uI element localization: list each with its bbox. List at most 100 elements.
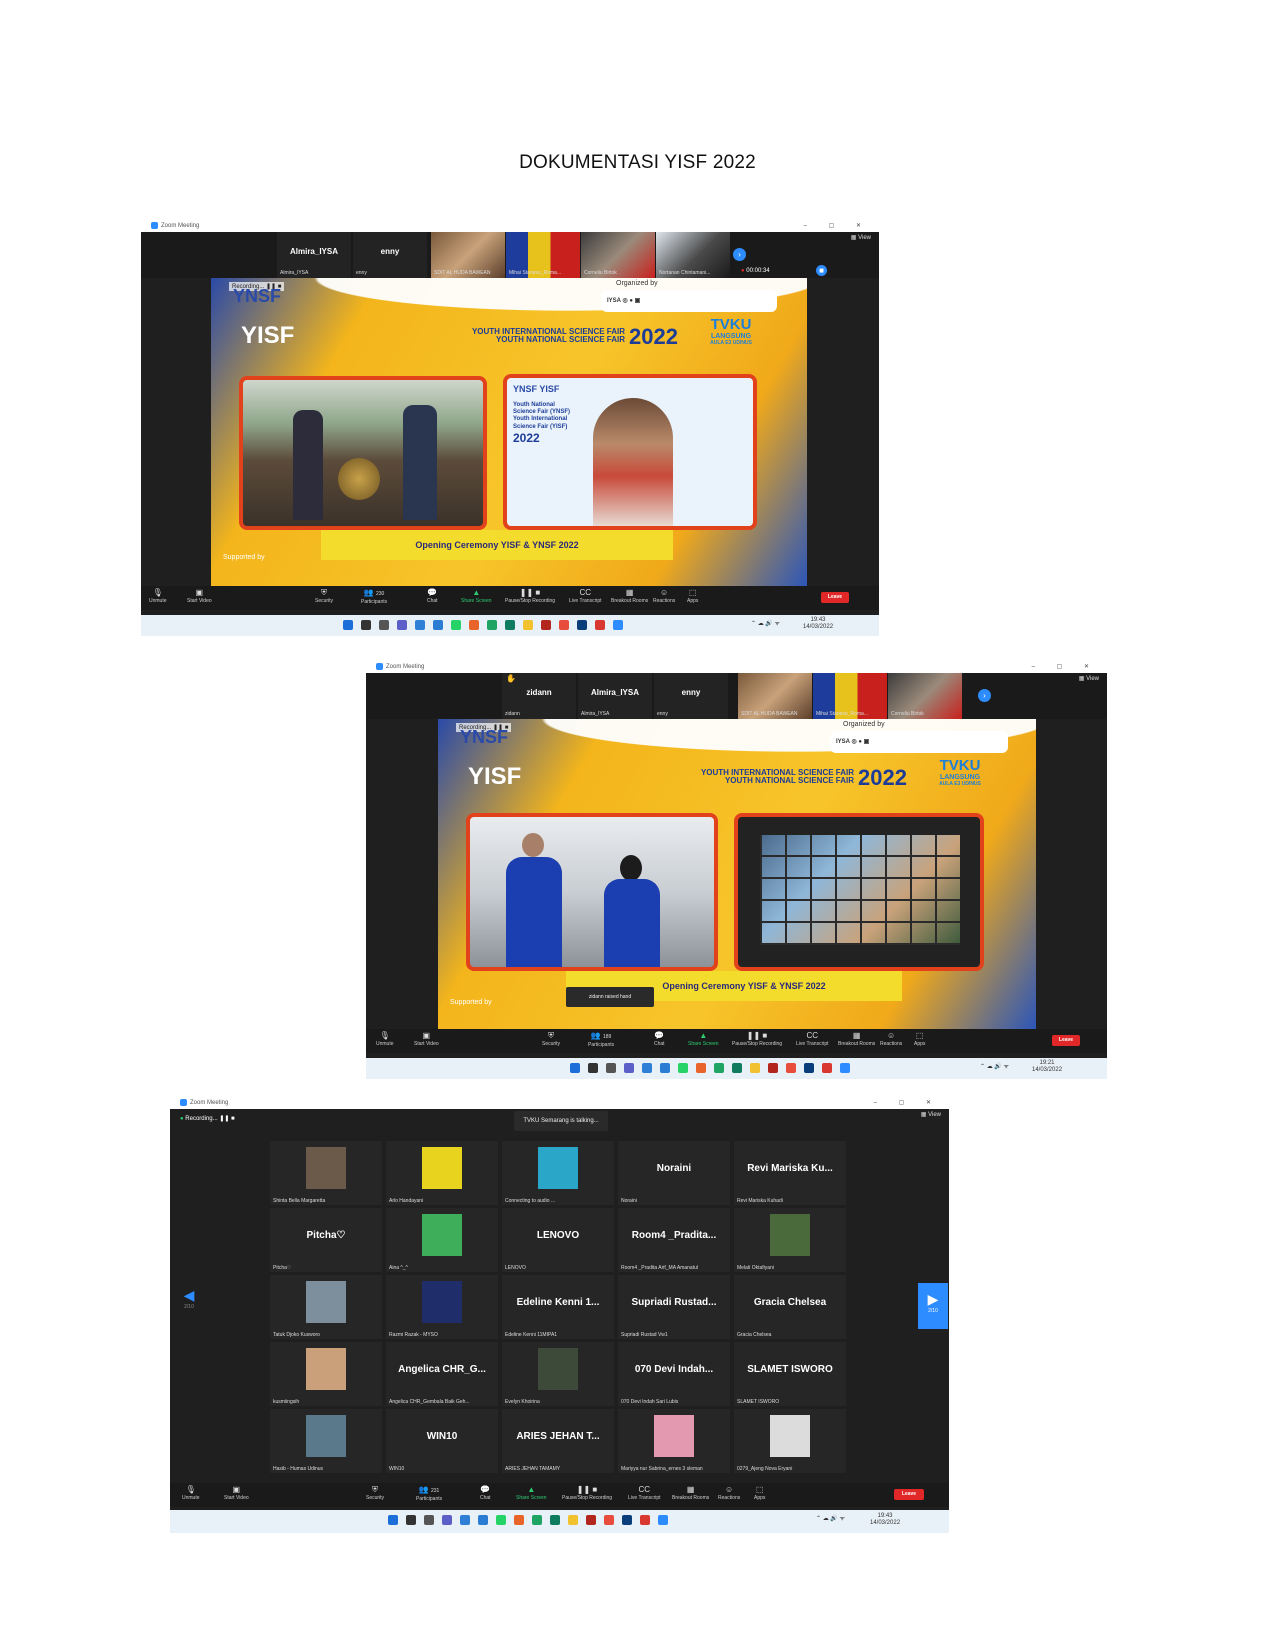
participant-tile[interactable]: Aina ^_^ [386,1208,498,1272]
start-icon[interactable] [570,1063,580,1073]
pause-stop-recording-button[interactable]: ❚❚ ■ Pause/Stop Recording [505,588,555,604]
window-controls[interactable]: – ▢ ✕ [804,220,871,232]
wps-icon[interactable] [595,620,605,630]
participant-tile[interactable]: Evelyn Khoirina [502,1342,614,1406]
share-screen-button[interactable]: ▲ Share Screen [516,1485,547,1501]
wps-icon[interactable] [640,1515,650,1525]
share-screen-button[interactable]: ▲ Share Screen [688,1031,719,1047]
view-button[interactable]: ▦ View [1079,675,1099,682]
view-button[interactable]: ▦ View [921,1111,941,1118]
search-icon[interactable] [406,1515,416,1525]
next-participants-icon[interactable]: › [733,248,746,261]
photoshop-icon[interactable] [804,1063,814,1073]
system-tray[interactable]: ⌃ ☁ 🔊 ᯤ [816,1514,845,1522]
system-tray[interactable]: ⌃ ☁ 🔊 ᯤ [980,1062,1009,1070]
teams-icon[interactable] [397,620,407,630]
leave-button[interactable]: Leave [821,592,849,603]
participant-video[interactable]: Corneliu Birtok [581,232,655,278]
chrome-icon[interactable] [487,620,497,630]
zoom-taskbar-icon[interactable] [658,1515,668,1525]
firefox-icon[interactable] [696,1063,706,1073]
leave-button[interactable]: Leave [1052,1035,1080,1046]
app-icon[interactable] [642,1063,652,1073]
participant-tile[interactable]: WIN10 WIN10 [386,1409,498,1473]
live-transcript-button[interactable]: CC Live Transcript [569,588,602,604]
chrome-icon[interactable] [714,1063,724,1073]
start-video-button[interactable]: ▣ Start Video [187,588,212,604]
participant-tile[interactable]: 0279_Ajeng Nova Eryani [734,1409,846,1473]
search-icon[interactable] [361,620,371,630]
participant-video[interactable]: Nortanan Chintamani... [656,232,730,278]
next-participants-icon[interactable]: › [978,689,991,702]
security-button[interactable]: ⛨ Security [315,588,333,604]
participant-tile[interactable]: Gracia Chelsea Gracia Chelsea [734,1275,846,1339]
participant-tile[interactable]: SLAMET ISWORO SLAMET ISWORO [734,1342,846,1406]
acrobat-icon[interactable] [586,1515,596,1525]
participant-tile[interactable]: Angelica CHR_G... Angelica CHR_Gembala Ba… [386,1342,498,1406]
participant-tile[interactable]: Noraini Noraini [618,1141,730,1205]
acrobat-icon[interactable] [768,1063,778,1073]
breakout-rooms-button[interactable]: ▦ Breakout Rooms [672,1485,709,1501]
mail-icon[interactable] [433,620,443,630]
app-icon[interactable] [415,620,425,630]
app-icon[interactable] [550,1515,560,1525]
system-tray[interactable]: ⌃ ☁ 🔊 ᯤ [751,619,780,627]
task-view-icon[interactable] [379,620,389,630]
live-transcript-button[interactable]: CC Live Transcript [628,1485,661,1501]
next-page-button[interactable]: ▶ 2/10 [918,1283,948,1329]
participant-tile[interactable]: Edeline Kenni 1... Edeline Kenni 11MIPA1 [502,1275,614,1339]
file-explorer-icon[interactable] [523,620,533,630]
acrobat-icon[interactable] [541,620,551,630]
participant-tile[interactable]: Hasib - Humas Udinus [270,1409,382,1473]
paint-icon[interactable] [786,1063,796,1073]
paint-icon[interactable] [604,1515,614,1525]
participant-tile[interactable]: 070 Devi Indah... 070 Devi Indah Sari Lub… [618,1342,730,1406]
breakout-rooms-button[interactable]: ▦ Breakout Rooms [838,1031,875,1047]
participant-tile[interactable]: Razmi Razak - MYSO [386,1275,498,1339]
participant-video[interactable]: SDIT AL HUDA BAWEAN [738,673,812,719]
file-explorer-icon[interactable] [568,1515,578,1525]
task-view-icon[interactable] [606,1063,616,1073]
security-button[interactable]: ⛨ Security [366,1485,384,1501]
unmute-button[interactable]: 🎙 Unmute [182,1485,200,1501]
leave-button[interactable]: Leave [894,1489,924,1500]
unmute-button[interactable]: 🎙 Unmute [149,588,167,604]
participant-tile[interactable]: Mariyya nur Sabrina_ernes 3 sleman [618,1409,730,1473]
participant-tile[interactable]: enny enny [353,232,427,278]
participant-tile[interactable]: Shinta Bella Margaretta [270,1141,382,1205]
participant-tile[interactable]: Connecting to audio ... [502,1141,614,1205]
chat-button[interactable]: 💬 Chat [654,1031,665,1047]
reactions-button[interactable]: ☺ Reactions [653,588,675,604]
stop-icon[interactable]: ■ [816,265,827,276]
app-icon[interactable] [460,1515,470,1525]
photoshop-icon[interactable] [577,620,587,630]
firefox-icon[interactable] [514,1515,524,1525]
participant-video[interactable]: Mihai Stanesu_Roma... [506,232,580,278]
participant-tile[interactable]: ✋ zidann zidann [502,673,576,719]
share-screen-button[interactable]: ▲ Share Screen [461,588,492,604]
window-controls[interactable]: – ▢ ✕ [874,1097,941,1109]
start-video-button[interactable]: ▣ Start Video [414,1031,439,1047]
participant-tile[interactable]: kusmiingsih [270,1342,382,1406]
chat-button[interactable]: 💬 Chat [427,588,438,604]
participant-tile[interactable]: enny enny [654,673,728,719]
participant-video[interactable]: Mihai Stanesu_Roma... [813,673,887,719]
start-icon[interactable] [388,1515,398,1525]
paint-icon[interactable] [559,620,569,630]
whatsapp-icon[interactable] [451,620,461,630]
task-view-icon[interactable] [424,1515,434,1525]
participants-button[interactable]: 👥 189 Participants [588,1031,614,1048]
reactions-button[interactable]: ☺ Reactions [718,1485,740,1501]
participant-tile[interactable]: LENOVO LENOVO [502,1208,614,1272]
start-video-button[interactable]: ▣ Start Video [224,1485,249,1501]
window-controls[interactable]: – ▢ ✕ [1032,661,1099,673]
participant-tile[interactable]: Melati Oktafiyani [734,1208,846,1272]
mail-icon[interactable] [660,1063,670,1073]
participant-tile[interactable]: Supriadi Rustad... Supriadi Rustad Vw1 [618,1275,730,1339]
participant-tile[interactable]: Almira_IYSA Almira_IYSA [578,673,652,719]
file-explorer-icon[interactable] [750,1063,760,1073]
app-icon[interactable] [505,620,515,630]
security-button[interactable]: ⛨ Security [542,1031,560,1047]
firefox-icon[interactable] [469,620,479,630]
zoom-taskbar-icon[interactable] [613,620,623,630]
